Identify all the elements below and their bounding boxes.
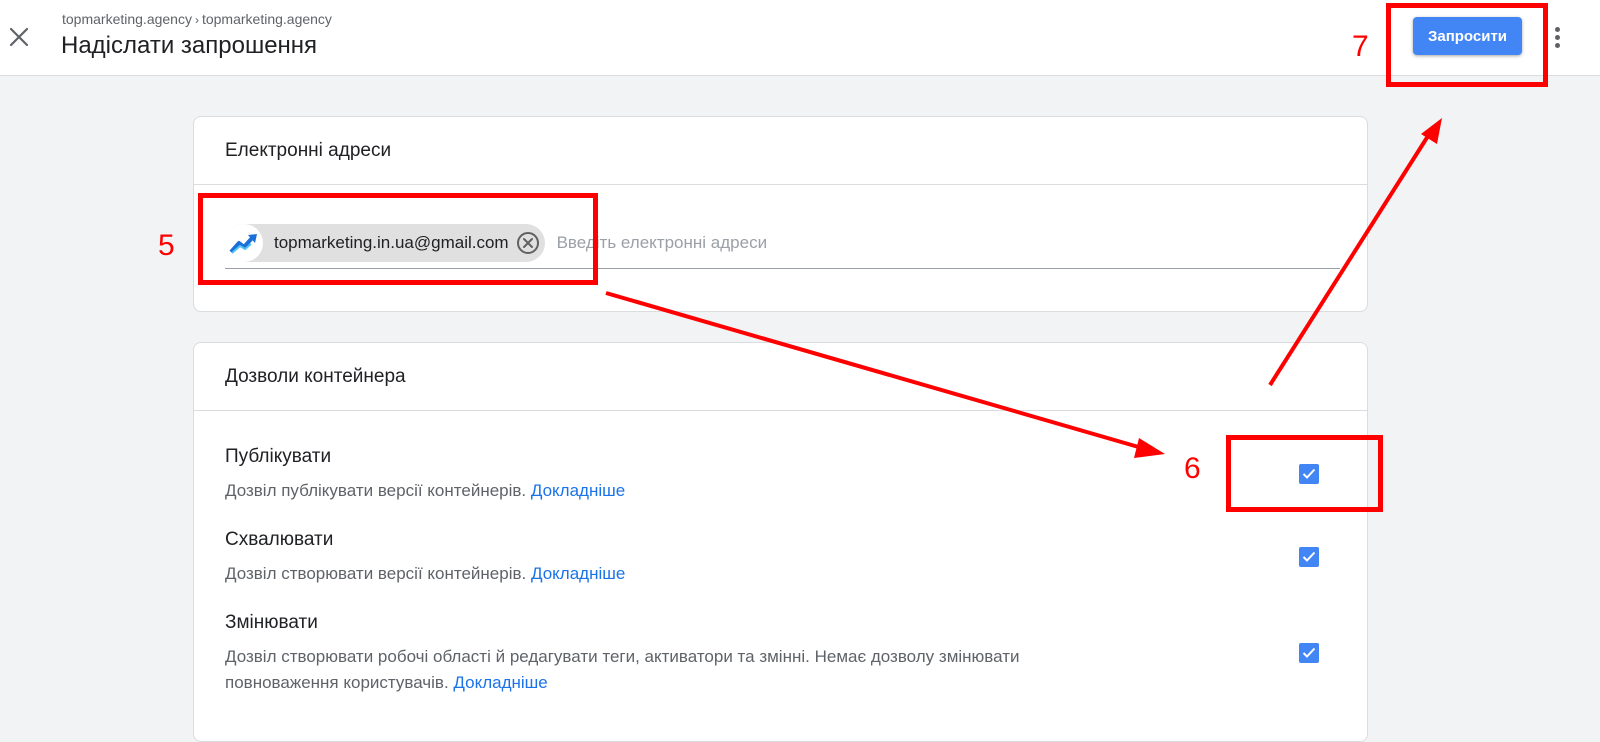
permission-approve: Схвалювати Дозвіл створювати версії конт… (225, 529, 1345, 587)
learn-more-link[interactable]: Докладніше (531, 481, 625, 500)
annotation-box-invite (1386, 3, 1548, 87)
permission-edit: Змінювати Дозвіл створювати робочі облас… (225, 612, 1345, 696)
email-card-header: Електронні адреси (194, 117, 1367, 185)
close-icon[interactable] (4, 22, 34, 52)
permissions-card-header: Дозволи контейнера (194, 343, 1367, 411)
annotation-box-email (198, 193, 598, 285)
learn-more-link[interactable]: Докладніше (453, 673, 547, 692)
annotation-number-5: 5 (158, 229, 175, 262)
breadcrumb-separator: › (194, 13, 199, 27)
permission-description: Дозвіл створювати версії контейнерів. До… (225, 564, 626, 583)
breadcrumb-account[interactable]: topmarketing.agency (62, 11, 192, 27)
breadcrumb-container[interactable]: topmarketing.agency (202, 11, 332, 27)
learn-more-link[interactable]: Докладніше (531, 564, 625, 583)
permission-description: Дозвіл створювати робочі області й редаг… (225, 647, 1020, 692)
annotation-number-7: 7 (1352, 30, 1369, 63)
approve-checkbox[interactable] (1299, 547, 1319, 567)
permission-title: Публікувати (225, 446, 332, 467)
arrow-head-7 (1421, 118, 1442, 144)
permission-publish: Публікувати Дозвіл публікувати версії ко… (225, 446, 1345, 504)
container-permissions-card: Дозволи контейнера Публікувати Дозвіл пу… (193, 342, 1368, 742)
permission-title: Схвалювати (225, 529, 334, 550)
annotation-box-checkbox (1226, 435, 1383, 512)
annotation-number-6: 6 (1184, 452, 1201, 485)
edit-checkbox[interactable] (1299, 643, 1319, 663)
breadcrumb: topmarketing.agency › topmarketing.agency (62, 11, 332, 27)
page-title: Надіслати запрошення (61, 32, 318, 59)
more-vert-icon[interactable] (1549, 22, 1565, 52)
email-input[interactable] (554, 231, 1340, 254)
permission-title: Змінювати (225, 612, 318, 633)
permission-description: Дозвіл публікувати версії контейнерів. Д… (225, 481, 626, 500)
